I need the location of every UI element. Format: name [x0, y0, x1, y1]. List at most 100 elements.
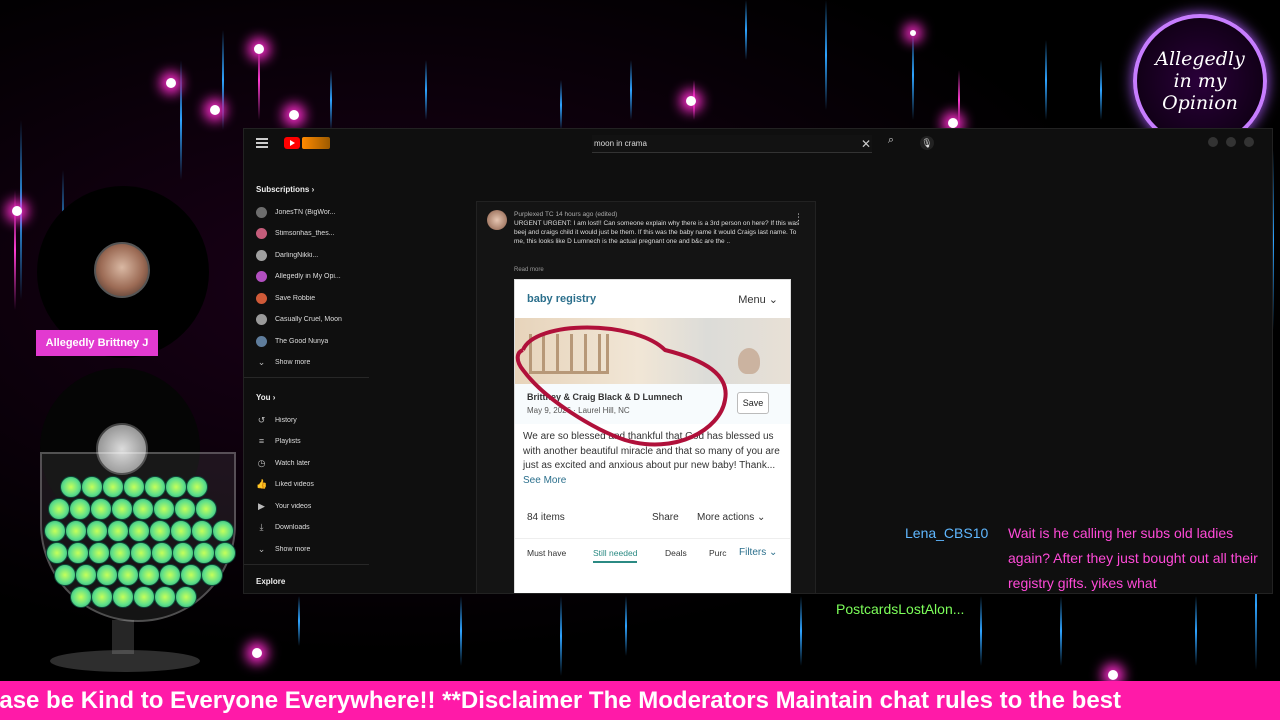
candy-ball [180, 564, 202, 586]
chat-username: PostcardsLostAlon... [836, 601, 965, 617]
sidebar-item-label: Your videos [275, 502, 312, 510]
youtube-wordmark[interactable] [302, 137, 330, 149]
candy-ball [154, 586, 176, 608]
candy-ball [186, 476, 208, 498]
subscription-item[interactable]: JonesTN (BigWor... [256, 205, 366, 219]
jar-stem [112, 620, 134, 654]
candy-ball [117, 564, 139, 586]
comment-time: 14 hours ago (edited) [555, 211, 618, 218]
subscription-label: Casually Cruel, Moon [275, 316, 342, 323]
menu-icon[interactable] [256, 138, 268, 148]
candy-ball [109, 542, 131, 564]
share-button[interactable]: Share [652, 512, 679, 523]
candy-ball [44, 520, 66, 542]
chat-username: Lena_CBS10 [905, 525, 989, 541]
search-input[interactable]: moon in crama [592, 135, 872, 153]
candy-ball [172, 542, 194, 564]
candy-ball [88, 542, 110, 564]
channel-avatar [256, 314, 267, 325]
chip-must-have[interactable]: Must have [527, 548, 566, 558]
subscription-label: Stimsonhas_thes... [275, 230, 335, 237]
notifications-icon[interactable] [1226, 137, 1236, 147]
candy-ball [111, 498, 133, 520]
search-icon[interactable]: ⌕ [880, 134, 902, 152]
you-heading[interactable]: You › [256, 393, 275, 402]
registry-title: baby registry [527, 293, 597, 305]
candy-ball [128, 520, 150, 542]
subscriptions-heading[interactable]: Subscriptions › [256, 185, 314, 194]
sidebar-item-label: History [275, 416, 297, 424]
sidebar-item-label: Downloads [275, 524, 310, 531]
chevron-down-icon: ⌄ [257, 543, 266, 554]
teddy-bear-image [738, 348, 760, 374]
candy-ball [153, 498, 175, 520]
candy-ball [138, 564, 160, 586]
candy-ball [123, 476, 145, 498]
candy-ball [81, 476, 103, 498]
sidebar-item-label: Watch later [275, 459, 311, 467]
clear-search-icon[interactable]: ✕ [861, 137, 871, 151]
profile-avatar[interactable] [1244, 137, 1254, 147]
chevron-down-icon: ⌄ [257, 356, 266, 367]
explore-heading[interactable]: Explore [256, 577, 285, 586]
registry-menu[interactable]: Menu ⌄ [738, 293, 778, 306]
subscription-label: The Good Nunya [275, 337, 329, 345]
candy-ball [54, 564, 76, 586]
filters-button[interactable]: Filters ⌄ [735, 547, 778, 558]
sidebar-item[interactable]: 👍 Liked videos [256, 478, 366, 492]
candy-ball [191, 520, 213, 542]
divider [244, 564, 369, 565]
more-options-icon[interactable]: ⋮ [794, 212, 803, 223]
sidebar-item[interactable]: ▶ Your videos [256, 499, 366, 513]
registry-actions-row: 84 items Share More actions ⌄ [515, 506, 790, 530]
see-more-link[interactable]: See More [523, 475, 566, 486]
candy-ball [151, 542, 173, 564]
read-more-link[interactable]: Read more [514, 267, 544, 273]
subscription-label: Save Robbie [275, 294, 316, 302]
subscription-item[interactable]: The Good Nunya [256, 334, 366, 348]
candy-ball [165, 476, 187, 498]
more-actions-button[interactable]: More actions ⌄ [697, 512, 765, 523]
candy-ball [86, 520, 108, 542]
sidebar-item[interactable]: ◷ Watch later [256, 456, 366, 470]
chip-deals[interactable]: Deals [665, 548, 687, 558]
scrolling-ticker: ease be Kind to Everyone Everywhere!! **… [0, 681, 1280, 720]
chat-message: Wait is he calling her subs old ladies a… [1008, 525, 1258, 591]
subscription-item[interactable]: Allegedly in My Opi... [256, 270, 366, 284]
chip-purchased[interactable]: Purc [709, 548, 726, 558]
history-icon: ↺ [257, 414, 266, 425]
logo-text: Allegedly in my Opinion [1155, 48, 1245, 114]
comment-body: Purplexed TC 14 hours ago (edited) URGEN… [514, 210, 804, 246]
create-icon[interactable] [1208, 137, 1218, 147]
host-name-badge: Allegedly Brittney J [36, 330, 158, 356]
subscription-item[interactable]: Casually Cruel, Moon [256, 313, 366, 327]
sidebar-item-label: Playlists [275, 438, 301, 445]
subscription-item[interactable]: Stimsonhas_thes... [256, 227, 366, 241]
candy-ball [201, 564, 223, 586]
comment-author[interactable]: Purplexed TC [514, 211, 554, 218]
subscription-label: Allegedly in My Opi... [275, 273, 341, 280]
show-more-you[interactable]: ⌄ Show more [256, 542, 366, 556]
candy-ball [212, 520, 234, 542]
candy-ball [90, 498, 112, 520]
subscription-item[interactable]: DarlingNikki... [256, 248, 366, 262]
sidebar-item[interactable]: ≡ Playlists [256, 435, 366, 449]
sidebar-item[interactable]: ↺ History [256, 413, 366, 427]
sidebar-item[interactable]: ⤓ Downloads [256, 521, 366, 535]
subscription-label: JonesTN (BigWor... [275, 208, 336, 216]
show-more-subscriptions[interactable]: ⌄ Show more [256, 355, 366, 369]
commenter-avatar[interactable] [487, 210, 507, 230]
subscription-item[interactable]: Save Robbie [256, 291, 366, 305]
candy-ball [96, 564, 118, 586]
microphone-icon[interactable]: 🎙 [920, 136, 934, 150]
registry-date-place: May 9, 2026 · Laurel Hill, NC [527, 406, 630, 415]
clock-icon: ◷ [257, 457, 266, 468]
save-button[interactable]: Save [737, 392, 769, 414]
jar-base [50, 650, 200, 672]
candy-ball [214, 542, 236, 564]
youtube-logo-icon[interactable] [284, 137, 300, 149]
candy-ball [144, 476, 166, 498]
candy-ball [107, 520, 129, 542]
chip-still-needed[interactable]: Still needed [593, 548, 638, 563]
candy-ball [170, 520, 192, 542]
